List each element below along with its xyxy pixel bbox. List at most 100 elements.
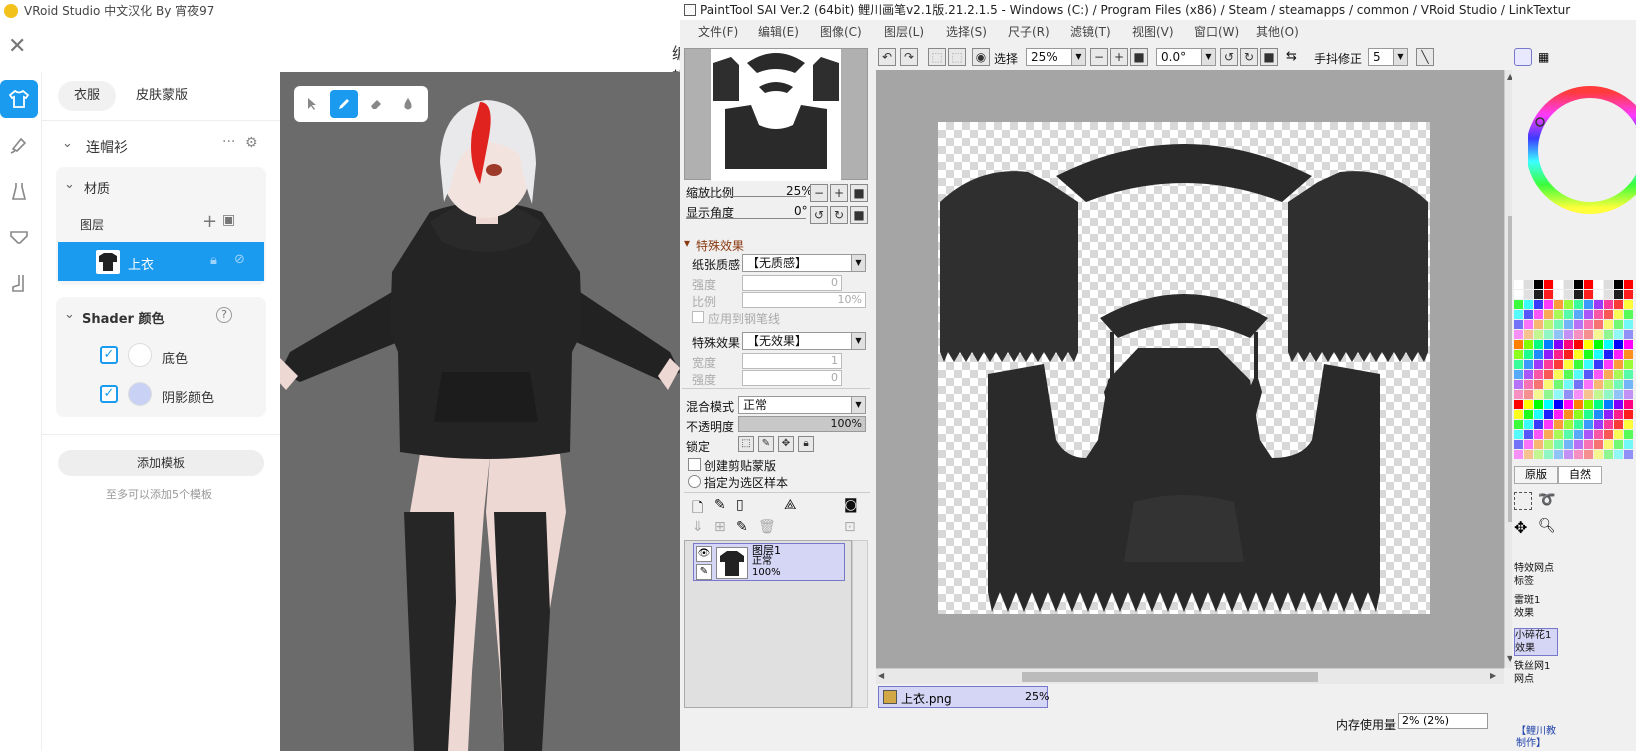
redo-icon[interactable]: ↷ <box>900 48 918 66</box>
palette-swatch[interactable] <box>1534 280 1543 289</box>
palette-swatch[interactable] <box>1514 440 1523 449</box>
palette-swatch[interactable] <box>1534 410 1543 419</box>
palette-swatch[interactable] <box>1574 280 1583 289</box>
palette-swatch[interactable] <box>1614 390 1623 399</box>
palette-swatch[interactable] <box>1574 350 1583 359</box>
palette-swatch[interactable] <box>1614 330 1623 339</box>
palette-swatch[interactable] <box>1594 420 1603 429</box>
palette-swatch[interactable] <box>1594 410 1603 419</box>
canvas-area[interactable] <box>876 70 1504 684</box>
palette-swatch[interactable] <box>1554 400 1563 409</box>
palette-swatch[interactable] <box>1554 320 1563 329</box>
palette-swatch[interactable] <box>1584 330 1593 339</box>
palette-swatch[interactable] <box>1614 290 1623 299</box>
palette-swatch[interactable] <box>1574 340 1583 349</box>
palette-swatch[interactable] <box>1574 300 1583 309</box>
layer-list-scrollbar[interactable] <box>852 540 868 708</box>
brush-cell[interactable]: 铁丝网1 网点 <box>1514 660 1558 688</box>
palette-swatch[interactable] <box>1574 430 1583 439</box>
settings-sliders-icon[interactable]: ⚙ <box>245 135 258 151</box>
palette-swatch[interactable] <box>1514 420 1523 429</box>
palette-swatch[interactable] <box>1514 340 1523 349</box>
palette-swatch[interactable] <box>1564 280 1573 289</box>
palette-swatch[interactable] <box>1544 320 1553 329</box>
menu-layer[interactable]: 图层(L) <box>884 20 924 44</box>
pencil-icon[interactable]: ✎ <box>696 564 712 580</box>
palette-swatch[interactable] <box>1534 290 1543 299</box>
palette-swatch[interactable] <box>1584 370 1593 379</box>
palette-swatch[interactable] <box>1604 390 1613 399</box>
palette-swatch[interactable] <box>1584 440 1593 449</box>
palette-swatch[interactable] <box>1604 300 1613 309</box>
palette-swatch[interactable] <box>1624 290 1633 299</box>
rotate-right-icon[interactable]: ↻ <box>830 206 848 224</box>
palette-swatch[interactable] <box>1604 330 1613 339</box>
move-icon[interactable]: ✥ <box>1514 518 1527 537</box>
stabilizer-combo[interactable]: 5 ▼ <box>1368 48 1408 66</box>
palette-swatch[interactable] <box>1604 400 1613 409</box>
new-pen-layer-icon[interactable]: ✎ <box>714 497 726 513</box>
lasso-icon[interactable]: ➰ <box>1538 492 1555 508</box>
palette-swatch[interactable] <box>1524 450 1533 459</box>
palette-swatch[interactable] <box>1614 310 1623 319</box>
palette-swatch[interactable] <box>1554 360 1563 369</box>
layer-effect-icon[interactable]: ⟁ <box>784 497 797 513</box>
palette-swatch[interactable] <box>1594 300 1603 309</box>
palette-swatch[interactable] <box>1624 280 1633 289</box>
palette-swatch[interactable] <box>1534 380 1543 389</box>
new-layer-icon[interactable]: 🗋 <box>692 497 703 521</box>
brush-cell[interactable]: 特效网点 标签 <box>1514 562 1558 590</box>
palette-swatch[interactable] <box>1564 390 1573 399</box>
palette-swatch[interactable] <box>1574 310 1583 319</box>
scale-slider[interactable]: 10% <box>742 292 866 308</box>
navigator-preview[interactable] <box>684 48 868 181</box>
palette-swatch[interactable] <box>1564 380 1573 389</box>
zoom-out-icon[interactable]: − <box>1090 48 1108 66</box>
angle-combo[interactable]: 0.0° ▼ <box>1156 48 1216 66</box>
color-wheel[interactable] <box>1528 74 1636 224</box>
menu-file[interactable]: 文件(F) <box>698 20 738 44</box>
tab-clothing[interactable]: 衣服 <box>58 81 117 111</box>
palette-swatch[interactable] <box>1614 410 1623 419</box>
palette-swatch[interactable] <box>1554 330 1563 339</box>
palette-swatch[interactable] <box>1594 390 1603 399</box>
lock-transparency-icon[interactable]: ⬚ <box>738 436 754 452</box>
deselect-icon[interactable]: ⬚ <box>928 48 946 66</box>
palette-swatch[interactable] <box>1594 450 1603 459</box>
color-palette[interactable] <box>1514 280 1634 460</box>
layer-mask-icon[interactable]: ◙ <box>844 497 858 513</box>
palette-swatch[interactable] <box>1624 330 1633 339</box>
palette-swatch[interactable] <box>1544 280 1553 289</box>
palette-swatch[interactable] <box>1554 410 1563 419</box>
palette-swatch[interactable] <box>1614 450 1623 459</box>
tab-skin-mask[interactable]: 皮肤蒙版 <box>120 81 204 111</box>
effect-combo[interactable]: 【无效果】 ▼ <box>742 332 866 350</box>
layer-row-selected[interactable]: 上衣 🔒︎ ⊘ <box>58 242 264 281</box>
rotate-right-icon[interactable]: ↻ <box>1240 48 1258 66</box>
palette-swatch[interactable] <box>1534 450 1543 459</box>
palette-swatch[interactable] <box>1574 380 1583 389</box>
palette-swatch[interactable] <box>1554 440 1563 449</box>
shadow-color-checkbox[interactable]: ✓ <box>100 385 118 403</box>
palette-swatch[interactable] <box>1624 310 1633 319</box>
palette-swatch[interactable] <box>1524 320 1533 329</box>
palette-swatch[interactable] <box>1524 400 1533 409</box>
palette-swatch[interactable] <box>1604 280 1613 289</box>
palette-swatch[interactable] <box>1624 350 1633 359</box>
sample-radio[interactable] <box>688 475 701 488</box>
eye-icon[interactable]: ◉ <box>972 48 990 66</box>
scroll-right-icon[interactable]: ▶ <box>1490 671 1496 680</box>
palette-swatch[interactable] <box>1604 440 1613 449</box>
palette-swatch[interactable] <box>1554 420 1563 429</box>
palette-swatch[interactable] <box>1544 380 1553 389</box>
palette-swatch[interactable] <box>1564 300 1573 309</box>
palette-swatch[interactable] <box>1514 380 1523 389</box>
palette-swatch[interactable] <box>1594 330 1603 339</box>
base-color-swatch[interactable] <box>128 343 152 367</box>
palette-swatch[interactable] <box>1544 450 1553 459</box>
palette-swatch[interactable] <box>1544 420 1553 429</box>
palette-swatch[interactable] <box>1554 380 1563 389</box>
palette-swatch[interactable] <box>1514 370 1523 379</box>
palette-swatch[interactable] <box>1614 350 1623 359</box>
palette-swatch[interactable] <box>1574 400 1583 409</box>
